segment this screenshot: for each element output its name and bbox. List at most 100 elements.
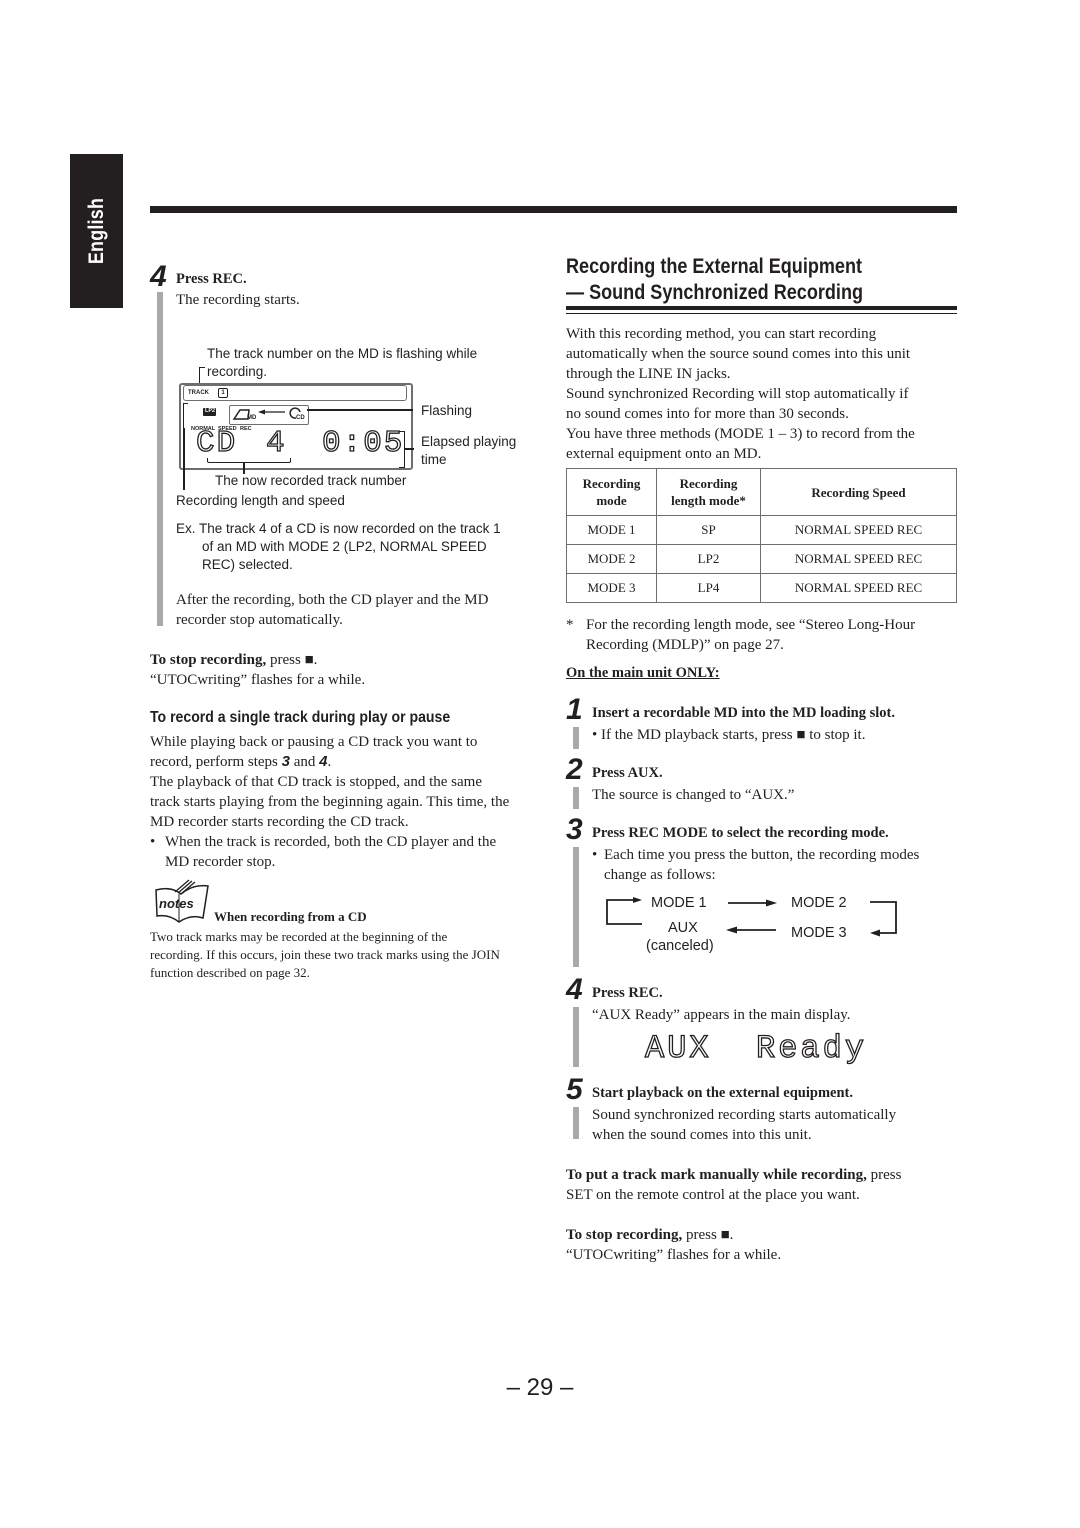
cell-mode: MODE 2: [566, 544, 657, 574]
stop-recording-left: To stop recording, press ■.: [150, 650, 317, 670]
section-title-1: Recording the External Equipment: [566, 255, 863, 278]
aux-ready-display: AUX Ready: [644, 1029, 868, 1067]
table-row: MODE 3 LP4 NORMAL SPEED REC: [566, 573, 957, 603]
callout-line-time: [404, 448, 414, 450]
lcd-md-label: MD: [247, 415, 257, 421]
stop-recording-right: To stop recording, press ■.: [566, 1225, 733, 1245]
callout-bracket-time: [399, 431, 405, 468]
callout-flashing: Flashing: [421, 403, 473, 418]
callout-line-length: [183, 428, 185, 490]
header-text: Recording: [679, 476, 738, 491]
lcd-track-number: 1: [218, 388, 228, 398]
step-title: Insert a recordable MD into the MD loadi…: [592, 705, 895, 721]
step-text-2: change as follows:: [604, 867, 716, 883]
track-mark-l1: To put a track mark manually while recor…: [566, 1165, 901, 1185]
table-row: MODE 2 LP2 NORMAL SPEED REC: [566, 544, 957, 574]
step-bar: [157, 292, 163, 626]
notes-l2: recording. If this occurs, join these tw…: [150, 947, 500, 962]
main-unit-only: On the main unit ONLY:: [566, 665, 720, 681]
cell-length: SP: [656, 515, 761, 545]
callout-track-flashing: The track number on the MD is flashing w…: [207, 346, 478, 361]
notes-label: notes: [159, 896, 194, 911]
single-track-l2: record, perform steps 3 and 4.: [150, 752, 331, 772]
track-mark-l2: SET on the remote control at the place y…: [566, 1187, 860, 1203]
single-track-bullet-1: When the track is recorded, both the CD …: [165, 834, 497, 850]
track-mark-bold: To put a track mark manually while recor…: [566, 1167, 867, 1183]
single-track-l1: While playing back or pausing a CD track…: [150, 734, 478, 750]
step-number: 3: [566, 813, 583, 846]
single-track-l4: track starts playing from the beginning …: [150, 794, 510, 810]
cell-speed: NORMAL SPEED REC: [760, 573, 957, 603]
step-bullet-text: If the MD playback starts, press ■ to st…: [601, 727, 866, 743]
step-text-1: Each time you press the button, the reco…: [604, 847, 920, 863]
utoc-left: “UTOCwriting” flashes for a while.: [150, 672, 366, 688]
step-text: The source is changed to “AUX.”: [592, 787, 795, 803]
step-number: 4: [566, 973, 583, 1006]
example-line-1: Ex. The track 4 of a CD is now recorded …: [176, 521, 501, 536]
table-row: MODE 1 SP NORMAL SPEED REC: [566, 515, 957, 545]
step-title: Press REC.: [176, 271, 247, 287]
callout-bracket-track: [207, 458, 291, 463]
intro-l5: no sound comes into for more than 30 sec…: [566, 406, 849, 422]
header-text: length mode*: [671, 493, 746, 508]
single-track-l3: The playback of that CD track is stopped…: [150, 774, 482, 790]
lcd-time: 0:05: [321, 426, 405, 461]
step-number: 4: [150, 260, 167, 293]
step-text-2: when the sound comes into this unit.: [592, 1127, 812, 1143]
recording-mode-table: Recording mode Recording length mode* Reco…: [566, 468, 957, 603]
text: and: [289, 754, 320, 770]
title-rule-thin: [566, 313, 957, 314]
footnote-l2: Recording (MDLP)” on page 27.: [586, 637, 784, 653]
footnote-mark: *: [566, 617, 574, 633]
stop-rest: press ■.: [266, 652, 318, 668]
step-bullet: •: [592, 847, 598, 863]
text: .: [327, 754, 332, 770]
intro-l2: automatically when the source sound come…: [566, 346, 911, 362]
flow-mode-1: MODE 1: [651, 895, 707, 911]
flow-mode-3: MODE 3: [791, 925, 847, 941]
track-mark-rest: press: [866, 1167, 902, 1183]
lcd-md-cd-indicator: MD CD: [229, 405, 309, 425]
callout-now-recorded: The now recorded track number: [215, 473, 407, 488]
step-bar: [573, 1007, 579, 1067]
lcd-track-label: TRACK: [188, 390, 209, 396]
page-number: – 29 –: [506, 1374, 574, 1401]
callout-length-speed: Recording length and speed: [176, 493, 345, 508]
intro-l3: through the LINE IN jacks.: [566, 366, 731, 382]
intro-l4: Sound synchronized Recording will stop a…: [566, 386, 909, 402]
callout-line-flashing: [307, 409, 413, 411]
header-text: Recording: [582, 476, 641, 491]
step-text: • If the MD playback starts, press ■ to …: [592, 727, 866, 743]
language-tab: English: [70, 154, 123, 308]
language-label: English: [84, 197, 108, 265]
example-line-2: of an MD with MODE 2 (LP2, NORMAL SPEED: [202, 539, 487, 554]
step-bar: [573, 1107, 579, 1139]
step-title: Start playback on the external equipment…: [592, 1085, 853, 1101]
after-recording-1: After the recording, both the CD player …: [176, 592, 489, 608]
step-ref-3: 3: [281, 753, 290, 770]
cell-length: LP2: [656, 544, 761, 574]
intro-l1: With this recording method, you can star…: [566, 326, 877, 342]
intro-l7: external equipment onto an MD.: [566, 446, 762, 462]
table-header-row: Recording mode Recording length mode* Reco…: [566, 468, 957, 516]
single-track-bullet-2: MD recorder stop.: [165, 854, 276, 870]
step-title: Press REC MODE to select the recording m…: [592, 825, 889, 841]
lcd-source: CD: [195, 426, 238, 461]
single-track-heading: To record a single track during play or …: [150, 709, 451, 726]
lcd-lp2-label: LP2: [205, 408, 216, 414]
intro-l6: You have three methods (MODE 1 – 3) to r…: [566, 426, 915, 442]
lcd-cd-label: CD: [296, 415, 305, 421]
cell-length: LP4: [656, 573, 761, 603]
cell-speed: NORMAL SPEED REC: [760, 515, 957, 545]
callout-track-flashing-2: recording.: [207, 364, 268, 379]
lcd-rec: REC: [240, 426, 252, 432]
header-recording-speed: Recording Speed: [760, 468, 957, 516]
header-length-mode: Recording length mode*: [656, 468, 761, 516]
lcd-track-row: [183, 385, 407, 401]
step-bar: [573, 847, 579, 967]
flow-aux: AUX: [668, 920, 698, 936]
stop-rest: press ■.: [682, 1227, 734, 1243]
stop-bold: To stop recording,: [566, 1227, 683, 1243]
step-bar: [573, 727, 579, 749]
step-number: 5: [566, 1073, 583, 1106]
